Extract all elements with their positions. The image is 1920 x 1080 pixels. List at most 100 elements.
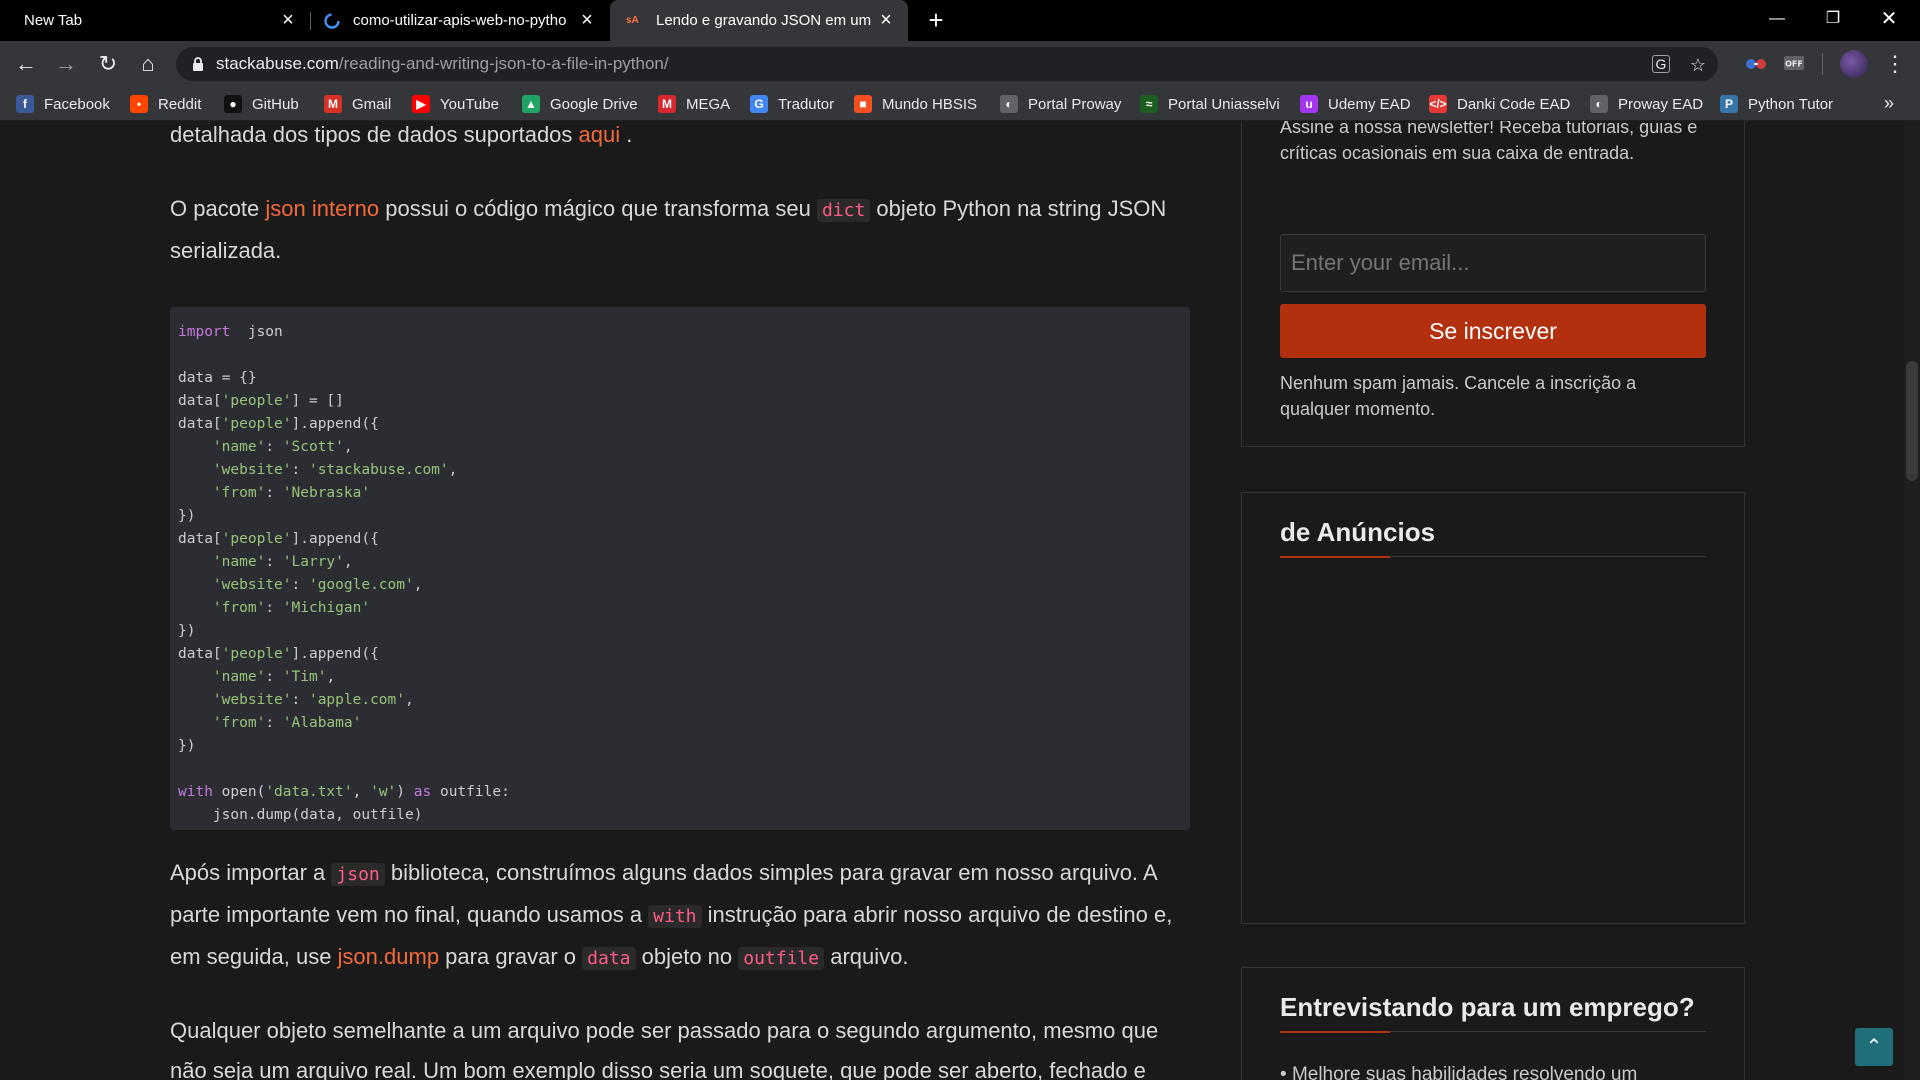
link-json-interno[interactable]: json interno (265, 196, 379, 221)
code-keyword: import (178, 324, 231, 340)
tab-como-utilizar[interactable]: como-utilizar-apis-web-no-pytho × (311, 0, 609, 41)
toolbar-divider (1822, 53, 1823, 75)
code-line: 'website': 'stackabuse.com', (178, 459, 1182, 482)
url-path: /reading-and-writing-json-to-a-file-in-p… (338, 54, 669, 73)
code-line: }) (178, 735, 1182, 758)
bookmarks-overflow-chevron-icon[interactable]: » (1884, 93, 1894, 114)
close-icon[interactable]: × (278, 10, 298, 30)
forward-arrow-icon[interactable]: → (52, 50, 80, 78)
lock-icon[interactable] (190, 56, 206, 72)
code-token: : (265, 669, 283, 685)
bookmark-tradutor[interactable]: G Tradutor (750, 93, 834, 115)
email-field[interactable] (1280, 234, 1706, 292)
code-line: 'name': 'Scott', (178, 436, 1182, 459)
mega-icon: M (658, 95, 676, 113)
back-arrow-icon[interactable]: ← (12, 50, 40, 78)
close-icon[interactable]: × (577, 10, 597, 30)
bookmark-mega[interactable]: M MEGA (658, 93, 730, 115)
bookmark-reddit[interactable]: • Reddit (130, 93, 201, 115)
paragraph-file-like-object: Qualquer objeto semelhante a um arquivo … (170, 1011, 1200, 1080)
code-string: 'people' (221, 531, 292, 547)
url-domain: stackabuse.com (216, 54, 339, 73)
more-menu-icon[interactable]: ⋮ (1884, 49, 1906, 79)
code-token: , (343, 439, 353, 455)
tab-title: New Tab (24, 12, 83, 29)
bookmark-label: Gmail (352, 95, 392, 113)
widget-title: de Anúncios (1280, 517, 1436, 547)
code-token: outfile: (431, 784, 510, 800)
code-string: 'from' (212, 715, 266, 731)
svg-text:OFF: OFF (1785, 60, 1803, 69)
back-to-top-chevron-icon[interactable]: ⌃ (1855, 1028, 1893, 1066)
bookmark-label: YouTube (440, 95, 499, 113)
code-line: with open('data.txt', 'w') as outfile: (178, 781, 1182, 804)
bookmark-label: Portal Uniasselvi (1168, 95, 1280, 113)
python-icon: P (1720, 95, 1738, 113)
widget-title-rule (1280, 556, 1706, 558)
window-close-icon[interactable]: ✕ (1874, 6, 1904, 32)
code-string: 'apple.com' (308, 692, 405, 708)
bookmark-github[interactable]: ● GitHub (224, 93, 299, 115)
code-string: 'name' (212, 669, 266, 685)
link-json-dump[interactable]: json.dump (338, 944, 440, 969)
code-string: 'website' (212, 692, 292, 708)
scrollbar-thumb[interactable] (1906, 361, 1918, 481)
code-token: }) (178, 623, 196, 639)
bookmark-google-drive[interactable]: ▲ Google Drive (522, 93, 638, 115)
translate-icon: G (750, 95, 768, 113)
stackabuse-favicon-icon: sA (626, 14, 639, 26)
bookmark-danki-code-ead[interactable]: </> Danki Code EAD (1429, 93, 1570, 115)
bookmark-gmail[interactable]: M Gmail (324, 93, 391, 115)
bookmark-proway-ead[interactable]: ◐ Proway EAD (1590, 93, 1703, 115)
url-text[interactable]: stackabuse.com/reading-and-writing-json-… (216, 54, 669, 74)
code-line: 'website': 'google.com', (178, 574, 1182, 597)
google-drive-icon: ▲ (522, 95, 540, 113)
bookmark-python-tutor[interactable]: P Python Tutor (1720, 93, 1833, 115)
tab-title: Lendo e gravando JSON em um a (656, 12, 874, 29)
translate-icon[interactable]: G (1652, 55, 1670, 73)
extension-glasses-icon[interactable] (1744, 51, 1768, 75)
code-token: data[ (178, 531, 222, 547)
code-line: data['people'].append({ (178, 528, 1182, 551)
bookmark-udemy-ead[interactable]: u Udemy EAD (1300, 93, 1411, 115)
bookmark-mundo-hbsis[interactable]: ■ Mundo HBSIS (854, 93, 977, 115)
extension-off-icon[interactable]: OFF (1782, 51, 1806, 75)
tab-new-tab[interactable]: New Tab × (0, 0, 310, 41)
code-string: 'people' (221, 393, 292, 409)
code-token: ].append({ (291, 646, 379, 662)
browser-toolbar: ← → ↻ ⌂ stackabuse.com/reading-and-writi… (0, 41, 1920, 87)
home-icon[interactable]: ⌂ (134, 50, 162, 78)
reload-icon[interactable]: ↻ (94, 50, 122, 78)
windows-icon: ■ (854, 95, 872, 113)
udemy-icon: u (1300, 95, 1318, 113)
code-block[interactable]: import json data = {} data['people'] = []… (170, 307, 1190, 830)
subscribe-button[interactable]: Se inscrever (1280, 304, 1706, 358)
bookmark-youtube[interactable]: ▶ YouTube (412, 93, 499, 115)
bookmark-portal-proway[interactable]: ◐ Portal Proway (1000, 93, 1121, 115)
code-line: data = {} (178, 367, 1182, 390)
new-tab-plus-icon[interactable]: + (924, 7, 948, 33)
close-icon[interactable]: × (876, 10, 896, 30)
restore-icon[interactable]: ❐ (1818, 6, 1848, 32)
bookmark-label: Reddit (158, 95, 202, 113)
bookmark-portal-uniasselvi[interactable]: ≈ Portal Uniasselvi (1140, 93, 1280, 115)
newsletter-text: Assine a nossa newsletter! Receba tutori… (1280, 121, 1698, 163)
address-bar[interactable]: stackabuse.com/reading-and-writing-json-… (176, 47, 1718, 81)
page-scrollbar[interactable] (1904, 121, 1920, 1080)
bookmark-label: Portal Proway (1028, 95, 1122, 113)
widget-title: Entrevistando para um emprego? (1280, 992, 1695, 1022)
tab-lendo-gravando-json[interactable]: sA Lendo e gravando JSON em um a × (610, 0, 908, 41)
bookmark-label: Danki Code EAD (1457, 95, 1571, 113)
tab-strip: New Tab × como-utilizar-apis-web-no-pyth… (0, 0, 1920, 41)
profile-avatar[interactable] (1840, 50, 1868, 78)
bookmark-facebook[interactable]: f Facebook (16, 93, 110, 115)
bookmarks-bar: » f Facebook • Reddit ● GitHub M Gmail ▶ YouTube ▲… (0, 87, 1920, 121)
link-aqui[interactable]: aqui (579, 122, 621, 147)
code-string: 'website' (212, 577, 292, 593)
minimize-icon[interactable]: — (1762, 6, 1792, 32)
bookmark-star-icon[interactable]: ☆ (1688, 55, 1708, 75)
bookmark-label: Udemy EAD (1328, 95, 1411, 113)
